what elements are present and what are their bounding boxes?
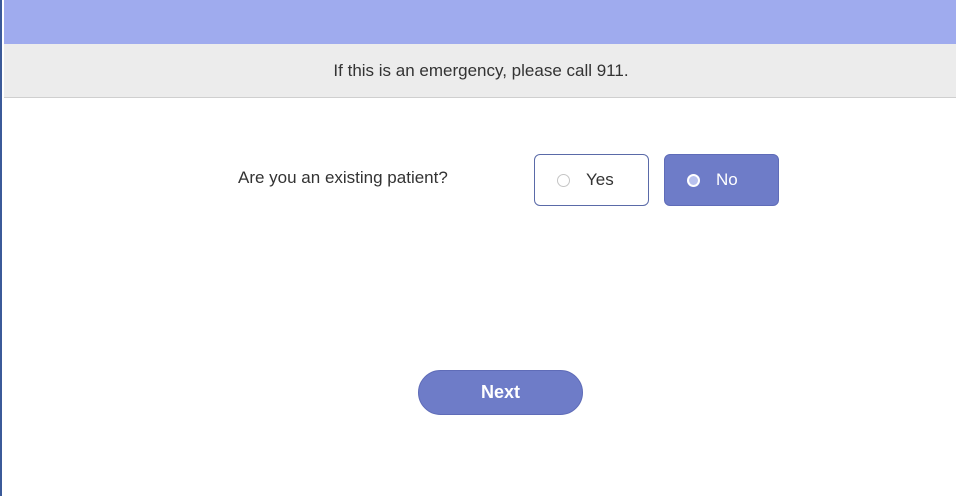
radio-unchecked-icon: [557, 173, 570, 187]
option-no-button[interactable]: No: [664, 154, 779, 206]
option-no-label: No: [716, 170, 738, 189]
emergency-banner: If this is an emergency, please call 911…: [4, 44, 956, 98]
radio-checked-icon: [687, 173, 700, 187]
question-label: Are you an existing patient?: [238, 168, 448, 187]
existing-patient-question: Are you an existing patient? Yes No: [2, 154, 956, 206]
emergency-banner-text: If this is an emergency, please call 911…: [333, 60, 629, 80]
next-button[interactable]: Next: [418, 370, 583, 415]
option-yes-label: Yes: [586, 170, 614, 189]
app-frame: If this is an emergency, please call 911…: [0, 0, 956, 496]
option-yes-button[interactable]: Yes: [534, 154, 649, 206]
header-bar: [4, 0, 956, 44]
